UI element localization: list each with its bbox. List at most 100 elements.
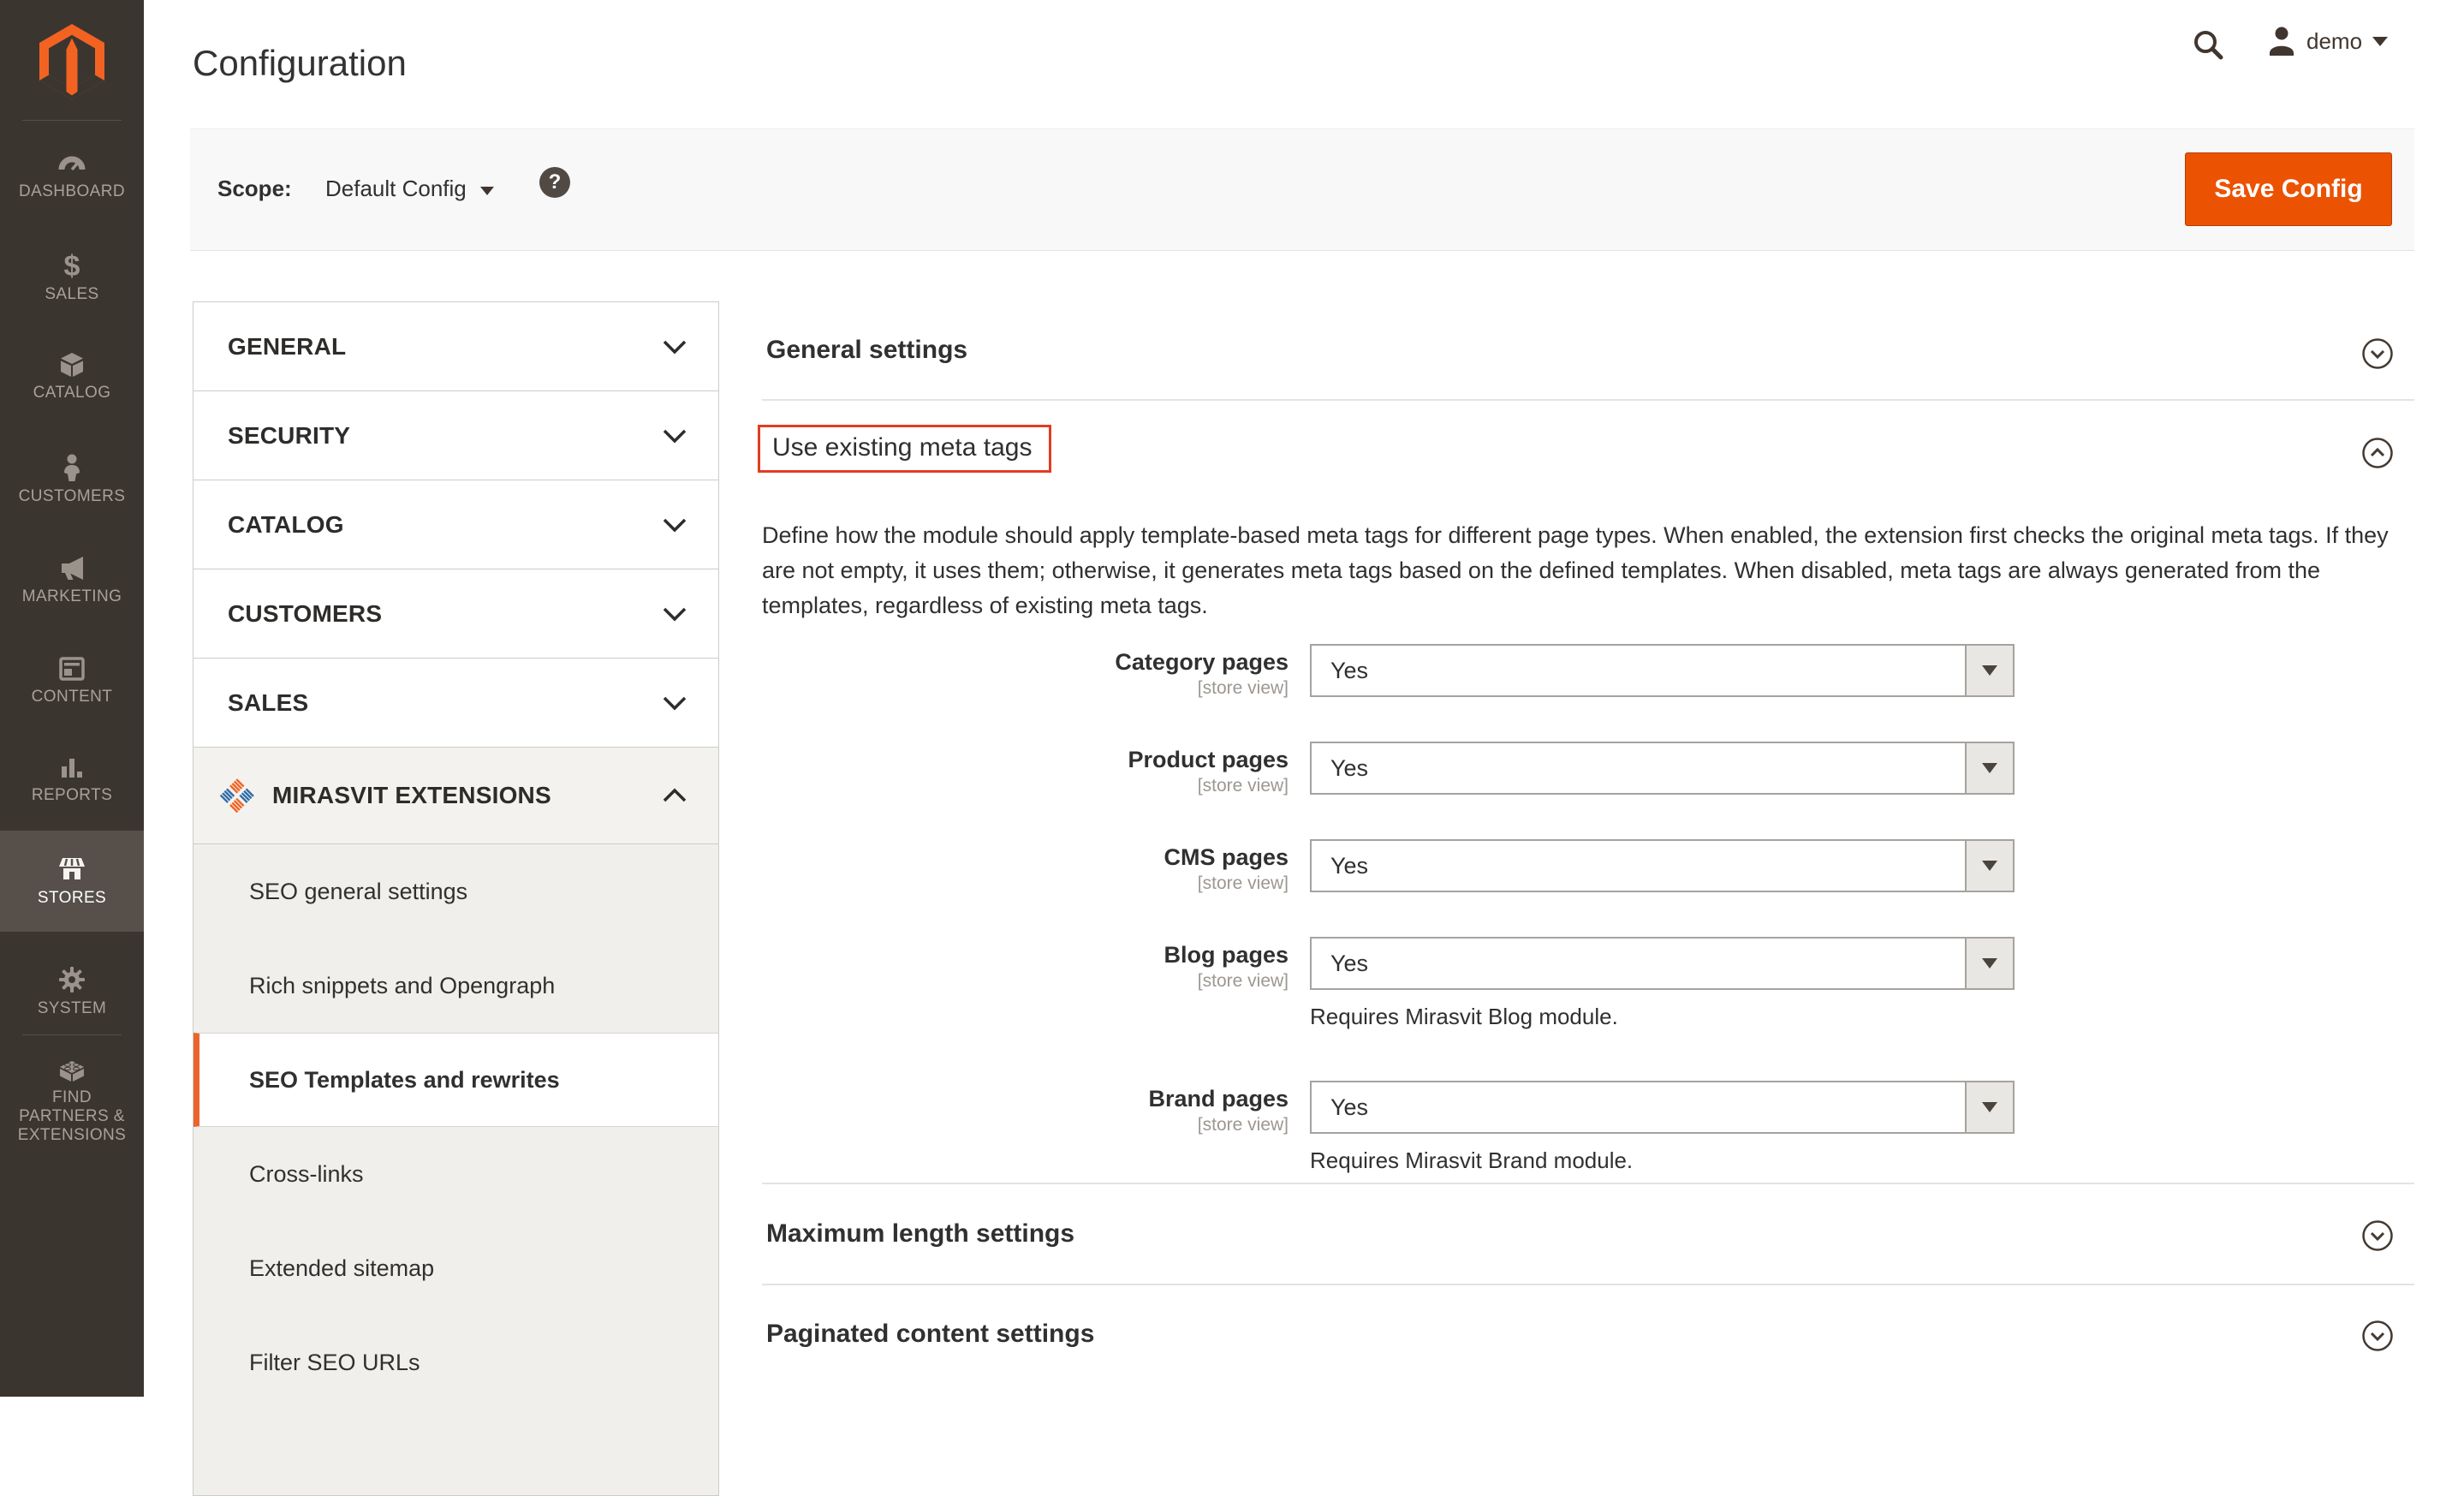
section-title-use-existing-meta-tags-highlighted[interactable]: Use existing meta tags — [758, 425, 1051, 473]
scope-toolbar: Scope: Default Config ? Save Config — [190, 128, 2414, 251]
cms-pages-select[interactable]: Yes — [1310, 839, 2015, 892]
user-menu[interactable]: demo — [2267, 26, 2388, 57]
field-note-blog: Requires Mirasvit Blog module. — [1310, 1004, 1618, 1030]
product-pages-select[interactable]: Yes — [1310, 742, 2015, 795]
config-nav-label: MIRASVIT EXTENSIONS — [272, 782, 551, 809]
section-title-maximum-length-settings[interactable]: Maximum length settings — [766, 1219, 1074, 1249]
section-title-paginated-content-settings[interactable]: Paginated content settings — [766, 1320, 1094, 1349]
subnav-label: SEO Templates and rewrites — [249, 1067, 560, 1094]
select-dropdown-button[interactable] — [1965, 1082, 2013, 1132]
sidebar-item-stores[interactable]: STORES — [0, 831, 144, 932]
field-label: Category pages — [762, 649, 1289, 676]
collapse-toggle-chevron-down-icon[interactable] — [2361, 1219, 2394, 1252]
field-note-brand: Requires Mirasvit Brand module. — [1310, 1147, 1633, 1174]
sidebar-item-label: SYSTEM — [38, 999, 107, 1018]
chevron-down-icon — [662, 339, 687, 355]
select-value: Yes — [1312, 743, 1965, 793]
user-name: demo — [2306, 28, 2362, 55]
magento-logo-icon[interactable] — [39, 24, 104, 99]
chevron-down-icon — [480, 187, 494, 195]
marketing-megaphone-icon — [57, 555, 86, 581]
admin-sidebar: DASHBOARD $ SALES CATALOG CUSTOMERS MARK… — [0, 0, 144, 1397]
scope-help-button[interactable]: ? — [539, 167, 570, 198]
sidebar-item-content[interactable]: CONTENT — [0, 655, 144, 706]
customers-person-icon — [57, 454, 86, 481]
collapse-toggle-chevron-down-icon[interactable] — [2361, 337, 2394, 370]
config-nav-label: CATALOG — [228, 511, 344, 539]
scope-label: Scope: — [217, 176, 292, 202]
system-gear-icon — [57, 966, 86, 993]
section-divider — [762, 1183, 2414, 1184]
chevron-down-icon — [662, 428, 687, 444]
sidebar-divider — [22, 1034, 122, 1035]
sidebar-item-label: FIND PARTNERS & EXTENSIONS — [8, 1088, 136, 1145]
select-dropdown-button[interactable] — [1965, 841, 2013, 891]
sidebar-item-catalog[interactable]: CATALOG — [0, 351, 144, 402]
sidebar-item-sales[interactable]: $ SALES — [0, 253, 144, 304]
sidebar-item-label: REPORTS — [32, 786, 112, 805]
sidebar-divider — [22, 120, 122, 121]
config-nav-security[interactable]: SECURITY — [193, 391, 718, 480]
search-icon[interactable] — [2192, 29, 2224, 62]
content-page-icon — [57, 655, 86, 682]
field-scope-hint: [store view] — [762, 873, 1289, 894]
subnav-extended-sitemap[interactable]: Extended sitemap — [193, 1221, 718, 1315]
sales-dollar-icon: $ — [57, 253, 86, 279]
save-config-button[interactable]: Save Config — [2185, 152, 2392, 226]
field-label: Brand pages — [762, 1086, 1289, 1112]
chevron-down-icon — [1982, 861, 1997, 871]
sidebar-item-label: MARKETING — [22, 587, 122, 606]
config-nav-label: GENERAL — [228, 333, 346, 361]
subnav-filter-seo-urls[interactable]: Filter SEO URLs — [193, 1315, 718, 1410]
reports-barchart-icon — [57, 754, 86, 780]
sidebar-item-label: CATALOG — [33, 384, 111, 402]
config-nav-label: SECURITY — [228, 422, 350, 450]
config-nav-customers[interactable]: CUSTOMERS — [193, 569, 718, 659]
config-nav-general[interactable]: GENERAL — [193, 302, 718, 391]
select-dropdown-button[interactable] — [1965, 743, 2013, 793]
select-dropdown-button[interactable] — [1965, 939, 2013, 988]
sidebar-item-label: STORES — [38, 889, 106, 908]
config-subnav: SEO general settings Rich snippets and O… — [193, 844, 718, 1495]
chevron-down-icon — [1982, 665, 1997, 676]
sidebar-item-customers[interactable]: CUSTOMERS — [0, 454, 144, 505]
sidebar-item-label: DASHBOARD — [19, 182, 125, 201]
config-nav-mirasvit-extensions[interactable]: MIRASVIT EXTENSIONS — [193, 748, 718, 844]
subnav-label: Rich snippets and Opengraph — [249, 973, 555, 999]
subnav-label: Extended sitemap — [249, 1255, 434, 1282]
find-partners-brick-icon — [57, 1057, 86, 1082]
select-value: Yes — [1312, 1082, 1965, 1132]
subnav-rich-snippets-opengraph[interactable]: Rich snippets and Opengraph — [193, 939, 718, 1033]
brand-pages-select[interactable]: Yes — [1310, 1081, 2015, 1134]
subnav-cross-links[interactable]: Cross-links — [193, 1127, 718, 1221]
config-nav-sales[interactable]: SALES — [193, 659, 718, 748]
collapse-toggle-chevron-down-icon[interactable] — [2361, 1320, 2394, 1352]
scope-value: Default Config — [325, 176, 467, 202]
select-value: Yes — [1312, 939, 1965, 988]
sidebar-item-find-partners[interactable]: FIND PARTNERS & EXTENSIONS — [0, 1062, 144, 1139]
sidebar-item-label: SALES — [45, 285, 98, 304]
config-nav-label: SALES — [228, 689, 308, 717]
sidebar-item-system[interactable]: SYSTEM — [0, 966, 144, 1017]
sidebar-item-dashboard[interactable]: DASHBOARD — [0, 150, 144, 201]
scope-switcher[interactable]: Default Config — [325, 176, 494, 202]
section-title-general-settings[interactable]: General settings — [766, 336, 967, 365]
select-value: Yes — [1312, 646, 1965, 695]
user-avatar-icon — [2267, 26, 2296, 57]
category-pages-select[interactable]: Yes — [1310, 644, 2015, 697]
subnav-seo-templates-rewrites[interactable]: SEO Templates and rewrites — [193, 1033, 718, 1127]
field-scope-hint: [store view] — [762, 971, 1289, 992]
subnav-seo-general-settings[interactable]: SEO general settings — [193, 844, 718, 939]
sidebar-item-reports[interactable]: REPORTS — [0, 754, 144, 805]
select-dropdown-button[interactable] — [1965, 646, 2013, 695]
config-nav-catalog[interactable]: CATALOG — [193, 480, 718, 569]
collapse-toggle-chevron-up-icon[interactable] — [2361, 437, 2394, 469]
subnav-label: Cross-links — [249, 1161, 364, 1188]
chevron-up-icon — [662, 788, 687, 803]
config-nav-label: CUSTOMERS — [228, 600, 382, 628]
catalog-box-icon — [57, 351, 86, 378]
sidebar-item-label: CUSTOMERS — [19, 487, 126, 506]
blog-pages-select[interactable]: Yes — [1310, 937, 2015, 990]
sidebar-item-marketing[interactable]: MARKETING — [0, 555, 144, 606]
chevron-down-icon — [662, 606, 687, 622]
